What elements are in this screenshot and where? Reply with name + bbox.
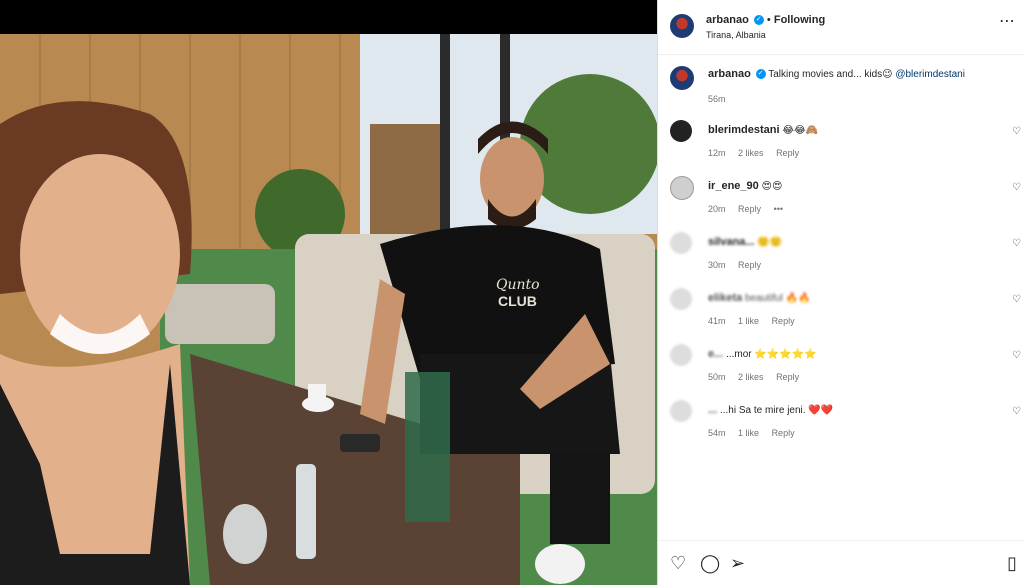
comment-time: 50m xyxy=(708,372,726,382)
comment-likes[interactable]: 1 like xyxy=(738,428,759,438)
comment-item: silvana... 🙂🙂 30m Reply ♡ xyxy=(658,232,1024,288)
comment-username[interactable]: blerimdestani xyxy=(708,124,780,136)
comment-item: eliketa beautiful 🔥🔥 41m 1 like Reply ♡ xyxy=(658,288,1024,344)
comment-like-heart-icon[interactable]: ♡ xyxy=(1012,238,1021,249)
caption: arbanao ✓ Talking movies and... kids😉 @b… xyxy=(658,60,1024,110)
comment-text: 😂😂🙈 xyxy=(782,125,819,136)
reply-button[interactable]: Reply xyxy=(738,204,761,214)
comment-text: beautiful 🔥🔥 xyxy=(745,293,811,304)
more-options-icon[interactable]: ⋯ xyxy=(999,14,1015,30)
comment-text: 🙂🙂 xyxy=(757,237,783,248)
comment-line: blerimdestani 😂😂🙈 xyxy=(708,124,818,136)
reply-button[interactable]: Reply xyxy=(772,316,795,326)
comment-meta: 54m 1 like Reply xyxy=(708,428,805,438)
comment-line: eliketa beautiful 🔥🔥 xyxy=(708,292,811,304)
caption-text: Talking movies and... kids😉 xyxy=(768,69,893,80)
commenter-avatar[interactable] xyxy=(670,400,692,422)
comment-time: 54m xyxy=(708,428,726,438)
menu-stand xyxy=(405,372,450,522)
comment-line: e... ...mor ⭐⭐⭐⭐⭐ xyxy=(708,348,817,360)
comment-username[interactable]: ir_ene_90 xyxy=(708,180,759,192)
post-side-panel: arbanao ✓ • Following Tirana, Albania ⋯ … xyxy=(657,0,1024,585)
comment-time: 12m xyxy=(708,148,726,158)
comment-text: ...mor ⭐⭐⭐⭐⭐ xyxy=(726,349,817,360)
comment-line: ir_ene_90 😍😍 xyxy=(708,180,782,192)
comment-text: 😍😍 xyxy=(761,181,783,192)
black-top-bar xyxy=(0,0,657,34)
shirt-print-1: Qunto xyxy=(496,277,540,293)
comment-likes[interactable]: 2 likes xyxy=(738,372,764,382)
header-line-1: arbanao ✓ • Following xyxy=(706,14,825,26)
comment-likes[interactable]: 2 likes xyxy=(738,148,764,158)
glass xyxy=(223,504,267,564)
comment-username[interactable]: silvana... xyxy=(708,236,754,248)
comment-item: ir_ene_90 😍😍 20m Reply ••• ♡ xyxy=(658,176,1024,232)
commenter-avatar[interactable] xyxy=(670,232,692,254)
phone-on-table xyxy=(340,434,380,452)
woman-face xyxy=(20,154,180,354)
comment-likes[interactable]: 1 like xyxy=(738,316,759,326)
commenter-avatar[interactable] xyxy=(670,120,692,142)
comment-item: e... ...mor ⭐⭐⭐⭐⭐ 50m 2 likes Reply ♡ xyxy=(658,344,1024,400)
reply-button[interactable]: Reply xyxy=(738,260,761,270)
commenter-avatar[interactable] xyxy=(670,344,692,366)
like-heart-icon[interactable]: ♡ xyxy=(670,553,686,573)
coffee-cup xyxy=(308,384,326,406)
dot-separator: • xyxy=(766,14,771,26)
shirt-print-2: CLUB xyxy=(498,293,537,309)
comment-meta: 12m 2 likes Reply xyxy=(708,148,809,158)
reply-button[interactable]: Reply xyxy=(776,372,799,382)
comment-time: 41m xyxy=(708,316,726,326)
comment-item: blerimdestani 😂😂🙈 12m 2 likes Reply ♡ xyxy=(658,120,1024,176)
owner-avatar[interactable] xyxy=(670,14,694,38)
commenter-avatar[interactable] xyxy=(670,176,694,200)
caption-line: arbanao ✓ Talking movies and... kids😉 @b… xyxy=(708,68,965,80)
post-header: arbanao ✓ • Following Tirana, Albania ⋯ xyxy=(658,0,1024,55)
post-action-bar: ♡ ◯ ➢ ▯ xyxy=(658,540,1024,586)
comment-text: ...hi Sa te mire jeni. ❤️❤️ xyxy=(719,405,834,416)
bookmark-icon[interactable]: ▯ xyxy=(1007,553,1017,573)
caption-time: 56m xyxy=(708,94,726,104)
comment-username[interactable]: ... xyxy=(708,404,717,416)
following-button[interactable]: Following xyxy=(774,14,825,26)
comment-bubble-icon[interactable]: ◯ xyxy=(700,553,720,573)
comment-like-heart-icon[interactable]: ♡ xyxy=(1012,350,1021,361)
verified-badge-icon: ✓ xyxy=(753,15,764,26)
comment-item: ... ...hi Sa te mire jeni. ❤️❤️ 54m 1 li… xyxy=(658,400,1024,456)
post-location[interactable]: Tirana, Albania xyxy=(706,30,766,40)
reply-button[interactable]: Reply xyxy=(776,148,799,158)
water-bottle xyxy=(296,464,316,559)
comment-username[interactable]: eliketa xyxy=(708,292,742,304)
comment-time: 30m xyxy=(708,260,726,270)
caption-username[interactable]: arbanao xyxy=(708,68,751,80)
comment-meta: 50m 2 likes Reply xyxy=(708,372,809,382)
caption-mention-link[interactable]: @blerimdestani xyxy=(895,69,965,80)
comment-meta: 41m 1 like Reply xyxy=(708,316,805,326)
comment-time: 20m xyxy=(708,204,726,214)
comment-like-heart-icon[interactable]: ♡ xyxy=(1012,126,1021,137)
comment-meta: 20m Reply ••• xyxy=(708,204,793,214)
comment-line: silvana... 🙂🙂 xyxy=(708,236,782,248)
owner-username[interactable]: arbanao xyxy=(706,14,749,26)
comment-like-heart-icon[interactable]: ♡ xyxy=(1012,294,1021,305)
comment-like-heart-icon[interactable]: ♡ xyxy=(1012,406,1021,417)
comment-line: ... ...hi Sa te mire jeni. ❤️❤️ xyxy=(708,404,833,416)
comment-username[interactable]: e... xyxy=(708,348,723,360)
post-photo[interactable]: Qunto CLUB xyxy=(0,34,657,585)
sneaker xyxy=(535,544,585,584)
comment-more-options-icon[interactable]: ••• xyxy=(774,204,783,214)
comment-like-heart-icon[interactable]: ♡ xyxy=(1012,182,1021,193)
caption-verified-icon: ✓ xyxy=(755,69,766,80)
commenter-avatar[interactable] xyxy=(670,288,692,310)
share-paper-plane-icon[interactable]: ➢ xyxy=(730,553,745,573)
comment-meta: 30m Reply xyxy=(708,260,771,270)
reply-button[interactable]: Reply xyxy=(772,428,795,438)
caption-avatar[interactable] xyxy=(670,66,694,90)
